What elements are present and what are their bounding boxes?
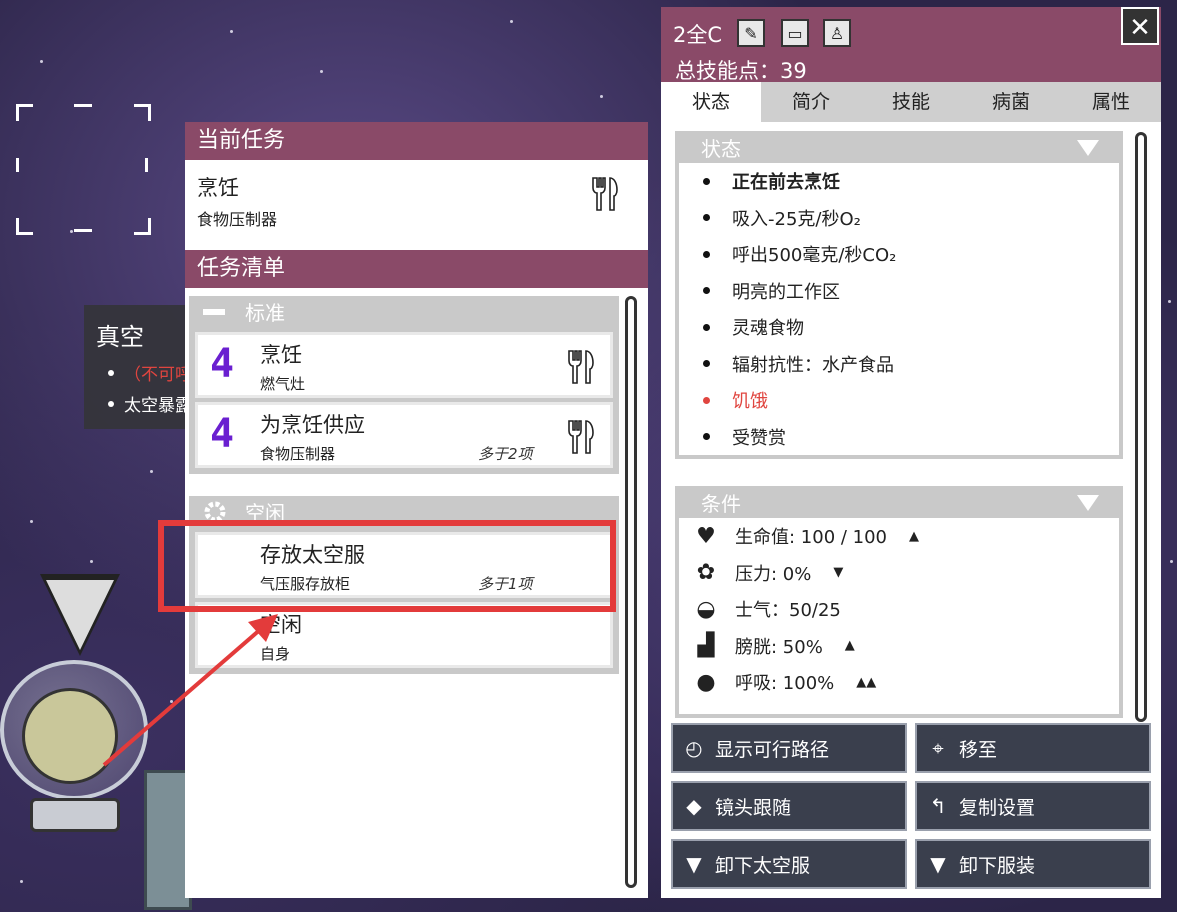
crosshair-icon: ⌖	[932, 736, 944, 760]
trend-arrow-icon: ▼	[833, 565, 844, 581]
duplicant-details-panel: 2全C ✎ ▭ ♙ 总技能点：39 ✕ 状态 简介 技能 病菌 属性 状态 正在…	[661, 7, 1161, 898]
tab-germs[interactable]: 病菌	[961, 82, 1061, 122]
details-scrollbar[interactable]	[1135, 132, 1147, 722]
trend-arrow-icon: ▲▲	[856, 674, 877, 690]
task-more: 多于2项	[478, 445, 533, 463]
camera-follow-button[interactable]: ◆ 镜头跟随	[671, 781, 907, 831]
condition-item: ▟ 膀胱: 50% ▲	[679, 628, 1119, 665]
task-row[interactable]: 4 为烹饪供应 食物压制器 多于2项	[195, 402, 613, 468]
conditions-section: 条件 ♥ 生命值: 100 / 100 ▲ ✿ 压力: 0% ▼ ◒ 士气：50/25 ▟ 膀胱:…	[675, 486, 1123, 718]
highlight-box	[158, 520, 616, 612]
status-section-header[interactable]: 状态	[679, 131, 1119, 163]
move-to-button[interactable]: ⌖ 移至	[915, 723, 1151, 773]
task-list-header: 任务清单	[185, 250, 648, 288]
bullet-icon	[703, 287, 710, 295]
current-task-target: 食物压制器	[197, 210, 278, 229]
remove-clothing-button[interactable]: ▼ 卸下服装	[915, 839, 1151, 889]
close-button[interactable]: ✕	[1121, 7, 1159, 45]
heart-icon: ♥	[696, 523, 716, 549]
task-target: 食物压制器	[260, 445, 336, 463]
duplicant-suit	[30, 798, 120, 832]
duplicant-face	[22, 688, 118, 784]
minus-icon	[201, 300, 229, 324]
copy-icon: ↰	[929, 794, 947, 818]
task-name: 空闲	[260, 613, 302, 637]
drop-icon: ▼	[930, 852, 946, 876]
selection-marker	[46, 580, 114, 650]
task-target: 燃气灶	[260, 375, 306, 393]
bullet-icon	[108, 400, 114, 407]
fork-knife-icon	[566, 349, 596, 385]
bladder-icon: ▟	[697, 633, 715, 659]
task-target: 自身	[260, 645, 291, 663]
fork-knife-icon	[590, 176, 620, 212]
current-task-name: 烹饪	[197, 176, 239, 200]
camera-icon: ◆	[686, 794, 702, 818]
task-name: 烹饪	[260, 343, 302, 367]
conditions-section-header[interactable]: 条件	[679, 486, 1119, 518]
current-task-card[interactable]: 烹饪 食物压制器	[185, 160, 648, 250]
status-item: 灵魂食物	[679, 309, 1119, 346]
skill-points: 总技能点：39	[675, 59, 807, 83]
condition-item: ♥ 生命值: 100 / 100 ▲	[679, 518, 1119, 555]
tab-bio[interactable]: 简介	[761, 82, 861, 122]
condition-item: ✿ 压力: 0% ▼	[679, 555, 1119, 592]
bullet-icon	[703, 360, 710, 368]
stress-icon: ✿	[696, 560, 716, 586]
details-header: 2全C ✎ ▭ ♙ 总技能点：39 ✕	[661, 7, 1161, 83]
duplicant-name: 2全C	[673, 23, 723, 47]
pencil-icon[interactable]: ✎	[737, 19, 765, 47]
status-item: 饥饿	[679, 382, 1119, 419]
morale-icon: ◒	[696, 596, 716, 622]
tab-attributes[interactable]: 属性	[1061, 82, 1161, 122]
task-group-standard: 标准 4 烹饪 燃气灶 4 为烹饪供应 食物压制器 多于2项	[189, 296, 619, 474]
show-path-button[interactable]: ◴ 显示可行路径	[671, 723, 907, 773]
trend-arrow-icon: ▲	[909, 528, 920, 544]
status-item: 呼出500毫克/秒CO₂	[679, 236, 1119, 273]
collapse-triangle-icon[interactable]	[1077, 495, 1099, 511]
status-item: 明亮的工作区	[679, 273, 1119, 310]
task-panel: 当前任务 烹饪 食物压制器 任务清单 标准 4 烹饪 燃气灶 4 为烹饪供应 食…	[185, 122, 648, 898]
collapse-triangle-icon[interactable]	[1077, 140, 1099, 156]
status-item: 辐射抗性：水产食品	[679, 346, 1119, 383]
bullet-icon	[703, 177, 710, 185]
task-row[interactable]: 4 烹饪 燃气灶	[195, 332, 613, 398]
bullet-icon	[108, 369, 114, 376]
navigate-icon: ◴	[685, 736, 703, 760]
condition-item: ● 呼吸: 100% ▲▲	[679, 664, 1119, 701]
condition-item: ◒ 士气：50/25	[679, 591, 1119, 628]
breath-icon: ●	[696, 669, 716, 695]
tab-skills[interactable]: 技能	[861, 82, 961, 122]
copy-settings-button[interactable]: ↰ 复制设置	[915, 781, 1151, 831]
remove-atmo-suit-button[interactable]: ▼ 卸下太空服	[671, 839, 907, 889]
book-icon[interactable]: ▭	[781, 19, 809, 47]
drop-icon: ▼	[686, 852, 702, 876]
bullet-icon	[703, 433, 710, 441]
trend-arrow-icon: ▲	[844, 638, 855, 654]
task-name: 为烹饪供应	[260, 413, 365, 437]
current-task-header: 当前任务	[185, 122, 648, 160]
conditions-list: ♥ 生命值: 100 / 100 ▲ ✿ 压力: 0% ▼ ◒ 士气：50/25 ▟ 膀胱: 50…	[679, 518, 1119, 714]
priority-value: 4	[210, 341, 235, 387]
details-tabs: 状态 简介 技能 病菌 属性	[661, 82, 1161, 122]
bullet-icon	[703, 214, 710, 222]
priority-value: 4	[210, 411, 235, 457]
outfit-icon[interactable]: ♙	[823, 19, 851, 47]
status-section: 状态 正在前去烹饪 吸入-25克/秒O₂ 呼出500毫克/秒CO₂ 明亮的工作区 灵魂食…	[675, 131, 1123, 459]
tab-status[interactable]: 状态	[661, 82, 761, 122]
bullet-icon	[703, 250, 710, 258]
fork-knife-icon	[566, 419, 596, 455]
task-group-header: 标准	[195, 296, 613, 328]
status-item: 吸入-25克/秒O₂	[679, 200, 1119, 237]
bullet-icon	[703, 396, 710, 404]
task-list-scrollbar[interactable]	[625, 296, 637, 888]
bullet-icon	[703, 323, 710, 331]
status-list: 正在前去烹饪 吸入-25克/秒O₂ 呼出500毫克/秒CO₂ 明亮的工作区 灵魂食物 辐射…	[679, 163, 1119, 455]
duplicant-sprite[interactable]	[0, 660, 150, 832]
details-body: 状态 正在前去烹饪 吸入-25克/秒O₂ 呼出500毫克/秒CO₂ 明亮的工作区 灵魂食…	[661, 122, 1161, 722]
status-item: 受赞赏	[679, 419, 1119, 456]
status-item: 正在前去烹饪	[679, 163, 1119, 200]
